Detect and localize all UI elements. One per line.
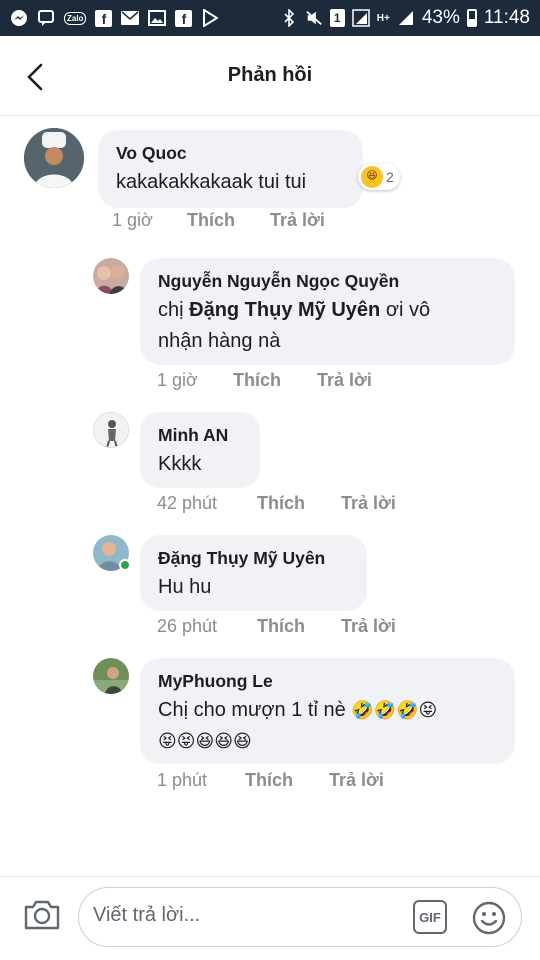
comment-text-prefix: chị [158,299,190,321]
like-button[interactable]: Thích [257,493,341,514]
like-button[interactable]: Thích [257,616,341,637]
like-button[interactable]: Thích [233,370,317,391]
emoji-run: 🤣🤣🤣😝 [351,700,438,720]
comment-meta: 1 giờ Thích Trả lời [112,210,325,231]
gallery-icon [148,10,167,27]
signal-icon [352,9,370,27]
bluetooth-icon [280,9,298,27]
emoji-button[interactable] [471,900,507,936]
reply-composer: GIF [0,876,540,960]
comment-text: Kkkk [158,453,202,475]
gif-button[interactable]: GIF [413,900,447,934]
comment-author[interactable]: Đặng Thụy Mỹ Uyên [158,547,349,569]
avatar[interactable] [24,128,84,188]
header: Phản hồi [0,36,540,116]
sim-indicator: 1 [329,9,345,27]
comment-text: chị Đặng Thụy Mỹ Uyên ơi vô [158,295,497,326]
camera-icon [24,900,60,930]
comment-bubble[interactable]: Minh AN Kkkk [140,412,260,488]
avatar[interactable] [93,658,129,694]
comment-author[interactable]: Minh AN [158,424,242,446]
battery-percent: 43% [421,7,460,28]
clock: 11:48 [483,7,530,28]
play-store-icon [201,9,219,27]
comment-author[interactable]: Vo Quoc [116,142,345,164]
comment-bubble[interactable]: Vo Quoc kakakakkakaak tui tui [98,130,363,208]
network-type: H+ [376,12,390,24]
reply-button[interactable]: Trả lời [270,210,325,231]
reply-button[interactable]: Trả lời [317,370,372,391]
comment-bubble[interactable]: Đặng Thụy Mỹ Uyên Hu hu [140,535,367,611]
signal-bars-icon [397,10,415,27]
mention-link[interactable]: Đặng Thụy Mỹ Uyên [189,299,380,321]
chat-notification-icon [37,10,55,27]
reply-input[interactable] [93,904,393,927]
page-title: Phản hồi [227,64,313,86]
facebook-icon-2: f [175,9,193,27]
comment-bubble[interactable]: Nguyễn Nguyễn Ngọc Quyền chị Đặng Thụy M… [140,258,515,365]
back-button[interactable] [20,62,50,92]
comment-text-body: Chị cho mượn 1 tỉ nè [158,699,346,721]
comment-text: kakakakkakaak tui tui [116,171,307,193]
reaction-count: 2 [386,169,394,185]
comment-text-suffix: ơi vô [380,299,431,321]
online-status-dot [119,559,131,571]
reply-button[interactable]: Trả lời [329,770,384,791]
comment-time: 1 phút [157,770,208,790]
reply-button[interactable]: Trả lời [341,493,396,514]
zalo-icon: Zalo [64,11,87,25]
status-bar: Zalo f f 1 H+ 43% 11:48 [0,0,540,36]
avatar[interactable] [93,258,129,294]
comment-author[interactable]: Nguyễn Nguyễn Ngọc Quyền [158,270,497,292]
like-button[interactable]: Thích [187,210,270,231]
reply-button[interactable]: Trả lời [341,616,396,637]
comment-text: Hu hu [158,576,212,598]
avatar[interactable] [93,412,129,448]
smiley-icon [472,901,506,935]
back-arrow-icon [27,63,43,91]
like-button[interactable]: Thích [245,770,329,791]
comment-meta: 26 phút Thích Trả lời [157,616,396,637]
comment-time: 42 phút [157,493,218,513]
haha-emoji-icon: 😆 [361,166,383,188]
mail-icon [121,10,140,27]
emoji-run-line2: 😝😝😆😆😆 [158,731,252,751]
facebook-icon: f [95,9,113,27]
comment-meta: 1 phút Thích Trả lời [157,770,384,791]
messenger-notification-icon [10,10,28,27]
comment-meta: 1 giờ Thích Trả lời [157,370,372,391]
reply-input-box[interactable]: GIF [78,887,522,947]
comment-bubble[interactable]: MyPhuong Le Chị cho mượn 1 tỉ nè 🤣🤣🤣😝 😝😝… [140,658,515,764]
comment-time: 1 giờ [157,370,198,390]
mute-icon [305,10,323,27]
camera-button[interactable] [22,897,62,933]
comment-time: 26 phút [157,616,218,636]
comment-author[interactable]: MyPhuong Le [158,670,497,692]
comment-time: 1 giờ [112,210,153,230]
reaction-badge[interactable]: 😆 2 [358,164,400,190]
battery-icon [466,9,477,27]
comment-text-line2: nhận hàng nà [158,330,281,352]
comment-meta: 42 phút Thích Trả lời [157,493,396,514]
comment-text: Chị cho mượn 1 tỉ nè 🤣🤣🤣😝 [158,695,497,726]
